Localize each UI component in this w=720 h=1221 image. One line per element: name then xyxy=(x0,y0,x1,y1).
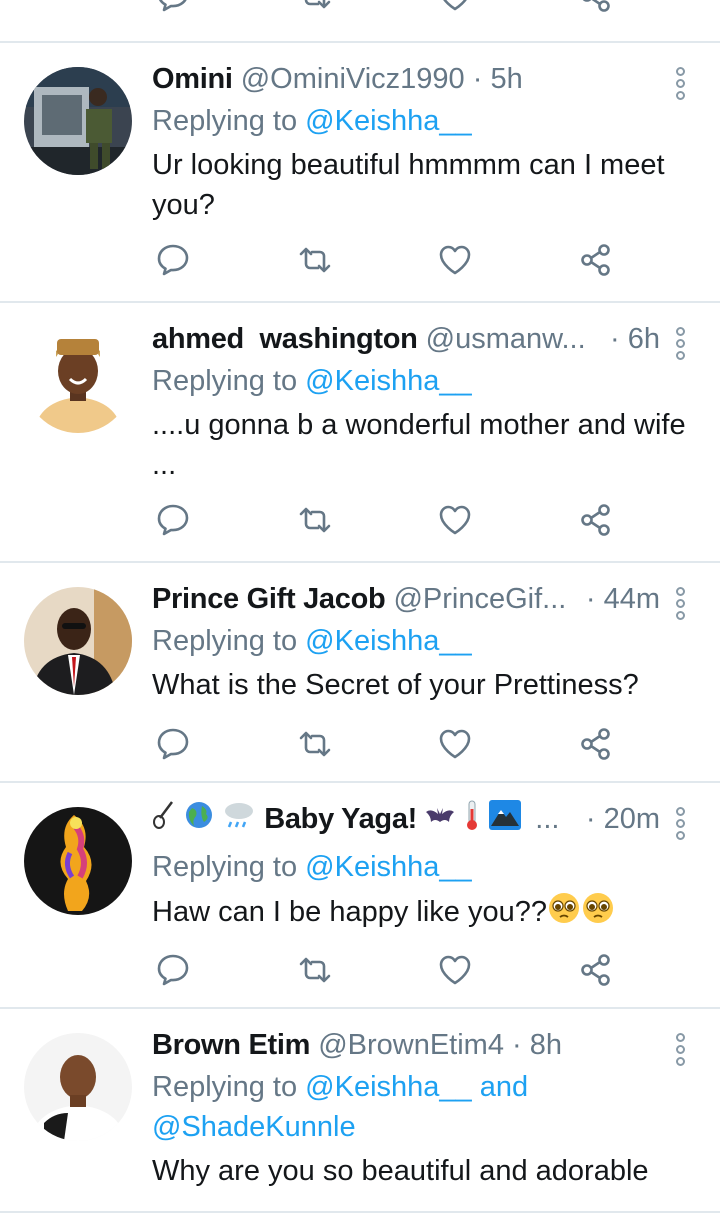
retweet-icon[interactable] xyxy=(297,502,333,538)
avatar[interactable] xyxy=(24,325,132,433)
separator-dot: · xyxy=(610,323,620,355)
tweet-text-container: Haw can I be happy like you?? xyxy=(152,891,697,936)
avatar[interactable] xyxy=(24,1033,132,1141)
mention-conjunction: and xyxy=(479,1071,529,1103)
tweet-header: ahmed washington @usmanw... · 6h xyxy=(152,319,660,359)
replying-to: Replying to @Keishha__ and xyxy=(152,1067,528,1107)
more-options-icon[interactable] xyxy=(672,587,688,623)
mention-link[interactable]: @Keishha__ xyxy=(305,1071,472,1103)
share-icon[interactable] xyxy=(578,952,614,988)
separator-dot: · xyxy=(512,1029,522,1061)
tweet-ahmed-washington[interactable]: ahmed washington @usmanw... · 6h Replyin… xyxy=(0,303,720,561)
tweet-text: Haw can I be happy like you?? xyxy=(152,896,547,929)
thermometer-emoji xyxy=(463,799,481,842)
tweet-omini[interactable]: Omini @OminiVicz1990 · 5h Replying to @K… xyxy=(0,43,720,301)
mountain-emoji xyxy=(489,800,522,841)
like-icon[interactable] xyxy=(437,0,473,14)
reply-icon[interactable] xyxy=(155,726,191,762)
retweet-icon[interactable] xyxy=(297,242,333,278)
mention-link[interactable]: @Keishha__ xyxy=(305,851,472,883)
share-icon[interactable] xyxy=(578,502,614,538)
mention-link[interactable]: @Keishha__ xyxy=(305,365,472,397)
display-name[interactable]: Baby Yaga! xyxy=(264,803,417,835)
retweet-icon[interactable] xyxy=(297,952,333,988)
reply-icon[interactable] xyxy=(155,502,191,538)
tweet-text: Why are you so beautiful and adorable xyxy=(152,1155,649,1187)
timestamp[interactable]: 20m xyxy=(604,803,660,835)
rain-cloud-emoji xyxy=(222,800,256,841)
avatar[interactable] xyxy=(24,67,132,175)
mention-link[interactable]: @Keishha__ xyxy=(305,105,472,137)
display-name[interactable]: Brown Etim xyxy=(152,1029,310,1061)
share-icon[interactable] xyxy=(578,726,614,762)
replying-to: Replying to @Keishha__ xyxy=(152,101,472,141)
replying-to-label: Replying to xyxy=(152,851,298,883)
replying-to: Replying to @Keishha__ xyxy=(152,361,472,401)
mention-link[interactable]: @ShadeKunnle xyxy=(152,1111,356,1143)
pleading-face-emoji xyxy=(581,891,615,936)
more-options-icon[interactable] xyxy=(672,1033,688,1069)
display-name[interactable]: Prince Gift Jacob xyxy=(152,583,386,615)
tweet-text: Ur looking beautiful hmmmm can I meet yo… xyxy=(152,149,665,221)
name-overflow: ... xyxy=(535,803,560,836)
replying-to: Replying to @Keishha__ xyxy=(152,621,472,661)
tweet-text: What is the Secret of your Prettiness? xyxy=(152,669,639,701)
guitar-emoji xyxy=(152,800,176,841)
previous-tweet-actions xyxy=(0,0,720,20)
globe-emoji xyxy=(184,800,214,841)
timestamp[interactable]: 8h xyxy=(530,1029,562,1061)
divider xyxy=(0,1211,720,1213)
tweet-header: Baby Yaga! ... · 20m xyxy=(152,799,660,839)
like-icon[interactable] xyxy=(437,726,473,762)
timestamp[interactable]: 5h xyxy=(490,63,522,95)
reply-icon[interactable] xyxy=(155,0,191,14)
separator-dot: · xyxy=(585,583,596,615)
username[interactable]: @usmanw... xyxy=(426,323,586,355)
mention-link[interactable]: @Keishha__ xyxy=(305,625,472,657)
replying-to: Replying to @Keishha__ xyxy=(152,847,472,887)
share-icon[interactable] xyxy=(578,0,614,14)
timestamp[interactable]: 44m xyxy=(604,583,660,615)
display-name[interactable]: Omini xyxy=(152,63,233,95)
replying-to-continued: @ShadeKunnle xyxy=(152,1107,356,1147)
more-options-icon[interactable] xyxy=(672,807,688,843)
tweet-baby-yaga[interactable]: Baby Yaga! ... · 20m Replying to @Keishh… xyxy=(0,783,720,1007)
pleading-face-emoji xyxy=(547,891,581,936)
avatar[interactable] xyxy=(24,807,132,915)
more-options-icon[interactable] xyxy=(672,67,688,103)
separator-dot: · xyxy=(472,63,483,95)
replying-to-label: Replying to xyxy=(152,105,298,137)
username[interactable]: @BrownEtim4 xyxy=(318,1029,504,1061)
retweet-icon[interactable] xyxy=(297,0,333,14)
tweet-header: Omini @OminiVicz1990 · 5h xyxy=(152,59,660,99)
retweet-icon[interactable] xyxy=(297,726,333,762)
like-icon[interactable] xyxy=(437,242,473,278)
tweet-header: Brown Etim @BrownEtim4 · 8h xyxy=(152,1025,660,1065)
tweet-brown-etim[interactable]: Brown Etim @BrownEtim4 · 8h Replying to … xyxy=(0,1009,720,1221)
share-icon[interactable] xyxy=(578,242,614,278)
tweet-text: ....u gonna b a wonderful mother and wif… xyxy=(152,409,686,481)
timestamp[interactable]: 6h xyxy=(628,323,660,355)
tweet-header: Prince Gift Jacob @PrinceGif... · 44m xyxy=(152,579,660,619)
replying-to-label: Replying to xyxy=(152,1071,298,1103)
replying-to-label: Replying to xyxy=(152,625,298,657)
replying-to-label: Replying to xyxy=(152,365,298,397)
avatar[interactable] xyxy=(24,587,132,695)
username[interactable]: @OminiVicz1990 xyxy=(241,63,465,95)
like-icon[interactable] xyxy=(437,952,473,988)
like-icon[interactable] xyxy=(437,502,473,538)
more-options-icon[interactable] xyxy=(672,327,688,363)
tweet-prince-gift-jacob[interactable]: Prince Gift Jacob @PrinceGif... · 44m Re… xyxy=(0,563,720,781)
bat-emoji xyxy=(425,801,455,841)
reply-icon[interactable] xyxy=(155,952,191,988)
username[interactable]: @PrinceGif... xyxy=(393,583,566,615)
separator-dot: · xyxy=(585,803,596,835)
reply-icon[interactable] xyxy=(155,242,191,278)
display-name[interactable]: ahmed washington xyxy=(152,323,418,355)
